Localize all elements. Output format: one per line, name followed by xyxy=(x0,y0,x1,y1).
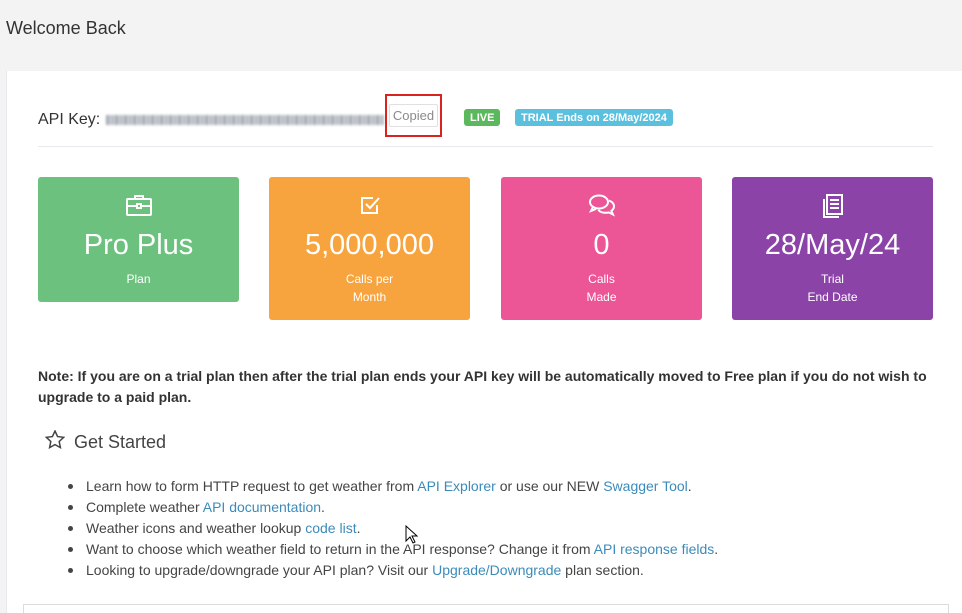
list-item-text: . xyxy=(714,541,719,557)
briefcase-icon xyxy=(125,193,153,222)
trial-note: Note: If you are on a trial plan then af… xyxy=(38,368,927,405)
next-section-box xyxy=(23,604,949,613)
trial-end-badge: TRIAL Ends on 28/May/2024 xyxy=(515,109,673,126)
plan-card: Pro Plus Plan xyxy=(38,177,239,302)
calls-made-caption: Calls Made xyxy=(501,270,702,306)
api-key-value-blurred[interactable] xyxy=(106,115,385,125)
trial-end-date-caption-line2: End Date xyxy=(807,290,858,304)
calls-per-month-caption-line2: Month xyxy=(352,290,387,304)
chat-bubbles-icon xyxy=(588,193,616,222)
divider xyxy=(38,146,933,147)
code-list-link[interactable]: code list xyxy=(305,520,356,536)
plan-caption-line1: Plan xyxy=(126,272,151,286)
document-icon xyxy=(821,193,845,224)
live-status-badge: LIVE xyxy=(464,109,501,126)
checkbox-icon xyxy=(358,193,382,222)
mouse-cursor-icon xyxy=(405,524,419,550)
api-response-fields-link[interactable]: API response fields xyxy=(594,541,715,557)
calls-per-month-caption-line1: Calls per xyxy=(345,272,394,286)
list-item-text: Looking to upgrade/downgrade your API pl… xyxy=(86,562,433,578)
page-title: Welcome Back xyxy=(6,18,126,38)
plan-value: Pro Plus xyxy=(83,229,194,261)
calls-made-caption-line1: Calls xyxy=(588,272,615,286)
list-item-text: . xyxy=(321,499,325,515)
list-item-text: Complete weather xyxy=(86,499,203,515)
calls-per-month-caption: Calls per Month xyxy=(269,270,470,306)
list-item-text: or use our NEW xyxy=(495,478,604,494)
trial-end-date-caption-line1: Trial xyxy=(821,272,844,286)
plan-caption: Plan xyxy=(38,270,239,288)
trial-end-date-value: 28/May/24 xyxy=(764,229,901,261)
list-item: Learn how to form HTTP request to get we… xyxy=(67,476,718,497)
api-explorer-link[interactable]: API Explorer xyxy=(417,478,496,494)
calls-made-value: 0 xyxy=(593,229,610,261)
get-started-heading: Get Started xyxy=(44,429,167,454)
calls-per-month-value: 5,000,000 xyxy=(304,229,434,261)
copy-api-key-button[interactable]: Copied xyxy=(389,104,438,127)
list-item: Complete weather API documentation. xyxy=(67,497,718,518)
list-item-text: . xyxy=(687,478,692,494)
list-item: Weather icons and weather lookup code li… xyxy=(67,518,718,539)
trial-end-date-card: 28/May/24 Trial End Date xyxy=(732,177,933,320)
list-item-text: Weather icons and weather lookup xyxy=(86,520,306,536)
calls-per-month-card: 5,000,000 Calls per Month xyxy=(269,177,470,320)
get-started-list: Learn how to form HTTP request to get we… xyxy=(67,476,718,581)
calls-made-card: 0 Calls Made xyxy=(501,177,702,320)
star-outline-icon xyxy=(44,429,66,454)
calls-made-caption-line2: Made xyxy=(586,290,617,304)
upgrade-downgrade-link[interactable]: Upgrade/Downgrade xyxy=(432,562,561,578)
list-item-text: Learn how to form HTTP request to get we… xyxy=(86,478,418,494)
list-item: Looking to upgrade/downgrade your API pl… xyxy=(67,560,718,581)
get-started-title: Get Started xyxy=(74,431,167,452)
swagger-tool-link[interactable]: Swagger Tool xyxy=(603,478,688,494)
list-item-text: Want to choose which weather field to re… xyxy=(86,541,594,557)
api-documentation-link[interactable]: API documentation xyxy=(203,499,321,515)
list-item-text: plan section. xyxy=(561,562,644,578)
api-key-label: API Key: xyxy=(38,111,101,128)
trial-end-date-caption: Trial End Date xyxy=(732,270,933,306)
api-key-row: API Key: xyxy=(38,107,385,133)
dashboard-panel: API Key: Copied LIVE TRIAL Ends on 28/Ma… xyxy=(6,71,962,613)
copy-button-highlight: Copied xyxy=(385,94,442,137)
list-item: Want to choose which weather field to re… xyxy=(67,539,718,560)
list-item-text: . xyxy=(356,520,361,536)
